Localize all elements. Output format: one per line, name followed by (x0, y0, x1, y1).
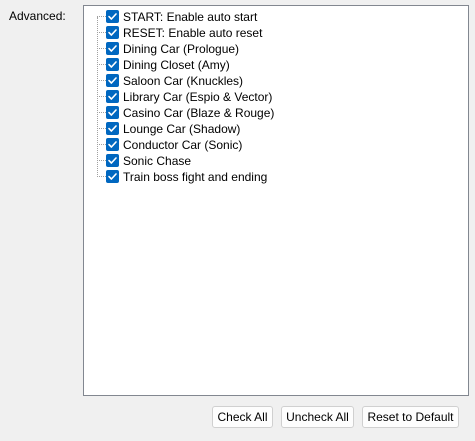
tree-item-checkbox[interactable] (106, 170, 119, 183)
tree-item-label: Lounge Car (Shadow) (123, 122, 241, 136)
tree-item-label: Casino Car (Blaze & Rouge) (123, 106, 275, 120)
tree-item[interactable]: Dining Closet (Amy) (97, 57, 457, 73)
tree-item[interactable]: Sonic Chase (97, 153, 457, 169)
checkmark-icon (108, 93, 117, 100)
tree-branch-line (97, 80, 106, 81)
uncheck-all-button[interactable]: Uncheck All (281, 406, 354, 428)
tree-branch-line (97, 32, 106, 33)
tree-item-label: RESET: Enable auto reset (123, 26, 263, 40)
tree-item[interactable]: Conductor Car (Sonic) (97, 137, 457, 153)
reset-to-default-button[interactable]: Reset to Default (362, 406, 459, 428)
tree-item-checkbox[interactable] (106, 90, 119, 103)
tree-item-label: Conductor Car (Sonic) (123, 138, 243, 152)
tree-branch-line (97, 144, 106, 145)
tree-item-checkbox[interactable] (106, 26, 119, 39)
tree-item-checkbox[interactable] (106, 42, 119, 55)
check-all-button[interactable]: Check All (212, 406, 273, 428)
tree-item[interactable]: Train boss fight and ending (97, 169, 457, 185)
tree-item[interactable]: RESET: Enable auto reset (97, 25, 457, 41)
tree-branch-line (97, 176, 106, 177)
checkmark-icon (108, 45, 117, 52)
checkmark-icon (108, 13, 117, 20)
tree-item[interactable]: Saloon Car (Knuckles) (97, 73, 457, 89)
tree-item-label: Saloon Car (Knuckles) (123, 74, 244, 88)
tree-item-label: Train boss fight and ending (123, 170, 268, 184)
tree-item-checkbox[interactable] (106, 138, 119, 151)
tree-item-label: START: Enable auto start (123, 10, 258, 24)
tree-item[interactable]: Dining Car (Prologue) (97, 41, 457, 57)
tree-item[interactable]: Casino Car (Blaze & Rouge) (97, 105, 457, 121)
checkmark-icon (108, 109, 117, 116)
tree-item-checkbox[interactable] (106, 106, 119, 119)
tree-item-checkbox[interactable] (106, 122, 119, 135)
checkmark-icon (108, 141, 117, 148)
tree-item[interactable]: Lounge Car (Shadow) (97, 121, 457, 137)
tree-branch-line (97, 16, 106, 17)
tree-branch-line (97, 128, 106, 129)
checkmark-icon (108, 29, 117, 36)
tree-branch-line (97, 160, 106, 161)
tree-branch-line (97, 96, 106, 97)
tree-branch-line (97, 112, 106, 113)
tree-item-checkbox[interactable] (106, 10, 119, 23)
tree-item-checkbox[interactable] (106, 74, 119, 87)
tree-item-label: Dining Closet (Amy) (123, 58, 230, 72)
tree-branch-line (97, 48, 106, 49)
advanced-label: Advanced: (9, 9, 66, 23)
tree-item-label: Dining Car (Prologue) (123, 42, 240, 56)
settings-tree-view[interactable]: START: Enable auto start RESET: Enable au… (83, 5, 469, 396)
checkmark-icon (108, 77, 117, 84)
tree-item[interactable]: Library Car (Espio & Vector) (97, 89, 457, 105)
checkmark-icon (108, 125, 117, 132)
tree-item-checkbox[interactable] (106, 154, 119, 167)
tree-item-label: Sonic Chase (123, 154, 192, 168)
checkmark-icon (108, 157, 117, 164)
tree-item-checkbox[interactable] (106, 58, 119, 71)
checkmark-icon (108, 61, 117, 68)
checkmark-icon (108, 173, 117, 180)
tree-item-label: Library Car (Espio & Vector) (123, 90, 273, 104)
tree-item[interactable]: START: Enable auto start (97, 9, 457, 25)
tree-branch-line (97, 64, 106, 65)
